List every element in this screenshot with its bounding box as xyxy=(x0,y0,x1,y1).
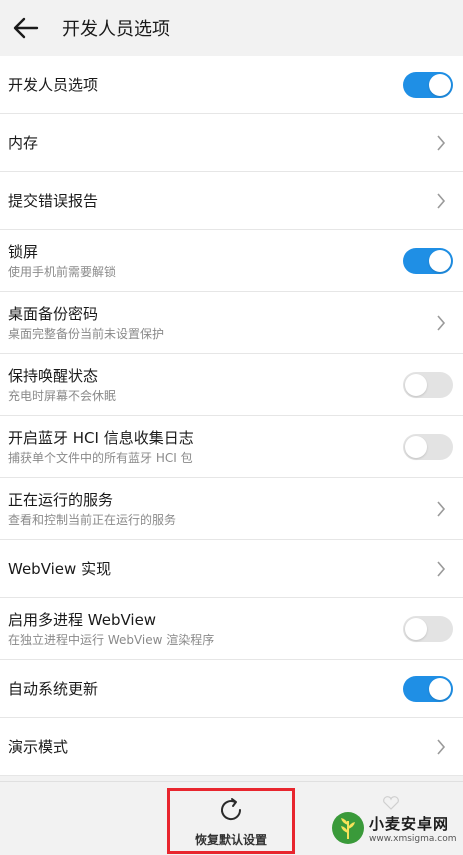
row-label: 开启蓝牙 HCI 信息收集日志 xyxy=(8,428,194,447)
row-demo-mode[interactable]: 演示模式 xyxy=(0,718,463,776)
header-bar: 开发人员选项 xyxy=(0,0,463,56)
chevron-right-icon xyxy=(431,499,451,519)
page-title: 开发人员选项 xyxy=(62,19,170,40)
chevron-right-icon xyxy=(431,737,451,757)
toggle-knob xyxy=(429,677,451,700)
watermark-title: 小麦安卓网 xyxy=(369,814,450,833)
developer-options-toggle[interactable] xyxy=(403,71,453,98)
row-auto-system-update[interactable]: 自动系统更新 xyxy=(0,660,463,718)
row-label: 演示模式 xyxy=(8,737,69,756)
toggle-knob xyxy=(429,73,451,96)
row-label: WebView 实现 xyxy=(8,559,112,578)
watermark-url: www.xmsigma.com xyxy=(369,833,457,844)
row-label: 内存 xyxy=(8,133,39,152)
refresh-icon xyxy=(221,797,242,820)
row-stay-awake[interactable]: 保持唤醒状态 充电时屏幕不会休眠 xyxy=(0,354,463,416)
row-label: 自动系统更新 xyxy=(8,679,99,698)
row-bluetooth-hci-log[interactable]: 开启蓝牙 HCI 信息收集日志 捕获单个文件中的所有蓝牙 HCI 包 xyxy=(0,416,463,478)
toggle-knob xyxy=(405,617,427,640)
bluetooth-hci-log-toggle[interactable] xyxy=(403,433,453,460)
settings-list: 开发人员选项 内存 提交错误报告 锁屏 使用手机前需要解锁 桌面备份密码 桌面完… xyxy=(0,56,463,776)
back-button[interactable] xyxy=(4,6,48,50)
row-description: 查看和控制当前正在运行的服务 xyxy=(8,512,177,527)
row-label: 启用多进程 WebView xyxy=(8,610,157,629)
bottom-action-bar: 恢复默认设置 小麦安卓网 www.xmsigma.com xyxy=(0,781,463,855)
row-developer-options[interactable]: 开发人员选项 xyxy=(0,56,463,114)
chevron-right-icon xyxy=(431,559,451,579)
row-label: 保持唤醒状态 xyxy=(8,366,99,385)
row-description: 桌面完整备份当前未设置保护 xyxy=(8,326,165,341)
row-label: 锁屏 xyxy=(8,242,39,261)
row-bug-report[interactable]: 提交错误报告 xyxy=(0,172,463,230)
row-desktop-backup-password[interactable]: 桌面备份密码 桌面完整备份当前未设置保护 xyxy=(0,292,463,354)
restore-defaults-button[interactable]: 恢复默认设置 xyxy=(167,788,295,854)
multiprocess-webview-toggle[interactable] xyxy=(403,615,453,642)
row-description: 充电时屏幕不会休眠 xyxy=(8,388,117,403)
row-description: 在独立进程中运行 WebView 渲染程序 xyxy=(8,632,215,647)
chevron-right-icon xyxy=(431,191,451,211)
row-multiprocess-webview[interactable]: 启用多进程 WebView 在独立进程中运行 WebView 渲染程序 xyxy=(0,598,463,660)
back-arrow-icon xyxy=(13,17,39,39)
watermark-logo-icon xyxy=(332,812,364,844)
row-memory[interactable]: 内存 xyxy=(0,114,463,172)
watermark: 小麦安卓网 www.xmsigma.com xyxy=(331,805,457,851)
row-running-services[interactable]: 正在运行的服务 查看和控制当前正在运行的服务 xyxy=(0,478,463,540)
toggle-knob xyxy=(405,373,427,396)
row-description: 捕获单个文件中的所有蓝牙 HCI 包 xyxy=(8,450,193,465)
row-label: 开发人员选项 xyxy=(8,75,99,94)
restore-defaults-label: 恢复默认设置 xyxy=(194,832,267,847)
toggle-knob xyxy=(429,249,451,272)
chevron-right-icon xyxy=(431,133,451,153)
stay-awake-toggle[interactable] xyxy=(403,371,453,398)
toggle-knob xyxy=(405,435,427,458)
lock-screen-toggle[interactable] xyxy=(403,247,453,274)
auto-system-update-toggle[interactable] xyxy=(403,675,453,702)
row-label: 提交错误报告 xyxy=(8,191,99,210)
row-label: 正在运行的服务 xyxy=(8,490,114,509)
row-webview-implementation[interactable]: WebView 实现 xyxy=(0,540,463,598)
row-label: 桌面备份密码 xyxy=(8,304,99,323)
row-lock-screen[interactable]: 锁屏 使用手机前需要解锁 xyxy=(0,230,463,292)
chevron-right-icon xyxy=(431,313,451,333)
row-description: 使用手机前需要解锁 xyxy=(8,264,117,279)
